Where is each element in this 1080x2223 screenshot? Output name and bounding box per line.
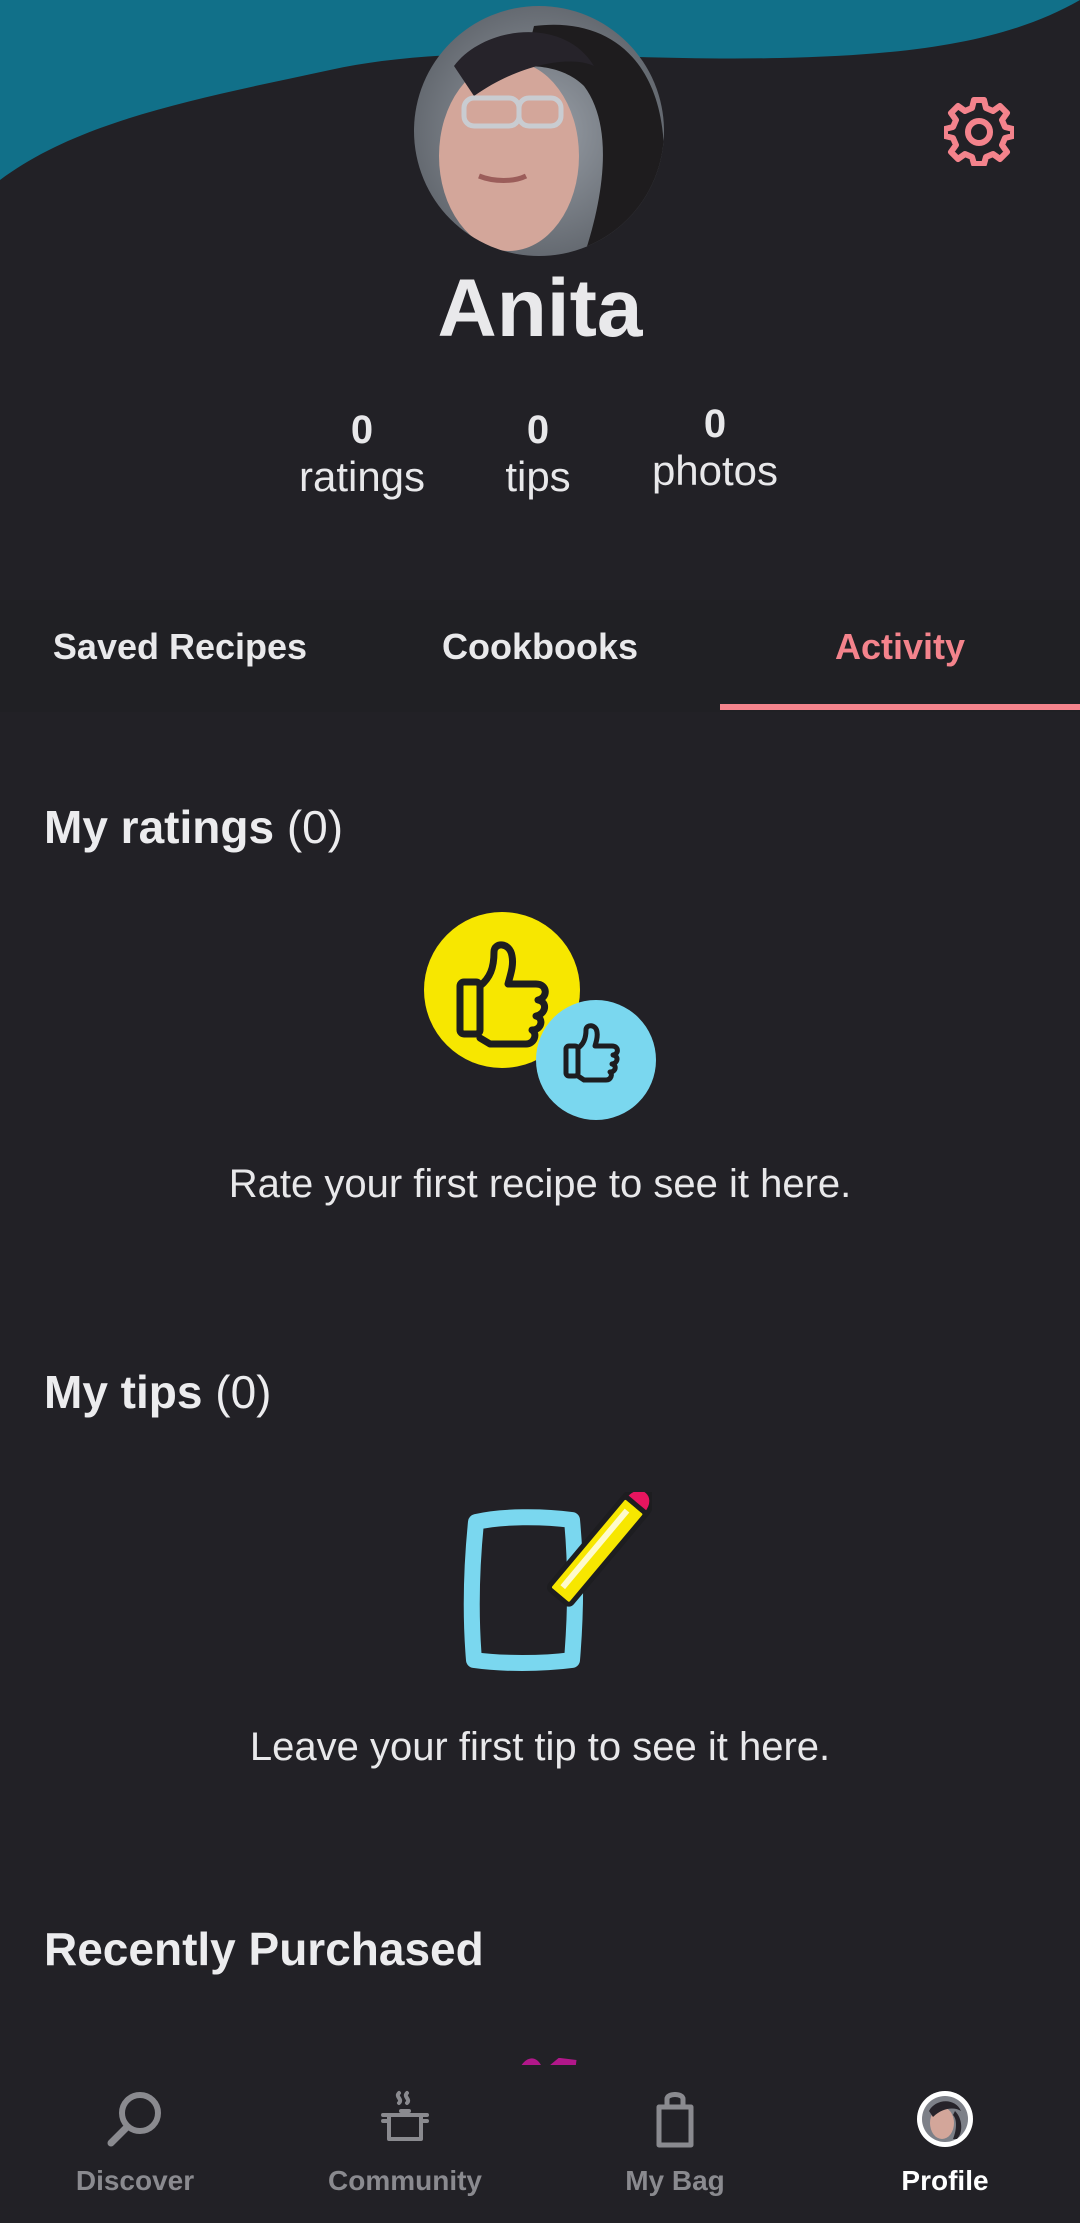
search-icon <box>107 2092 161 2147</box>
my-tips-heading: My tips (0) <box>44 1365 271 1419</box>
profile-name: Anita <box>437 263 643 354</box>
stat-photos[interactable]: 0 photos <box>625 402 805 496</box>
stat-ratings[interactable]: 0 ratings <box>272 408 452 502</box>
profile-stats: 0 ratings 0 tips 0 photos <box>0 400 1080 520</box>
nav-discover[interactable]: Discover <box>0 2065 270 2223</box>
tab-saved-recipes[interactable]: Saved Recipes <box>0 600 360 712</box>
nav-discover-label: Discover <box>75 2165 195 2196</box>
nav-profile-label: Profile <box>901 2165 989 2196</box>
ratings-empty-message: Rate your first recipe to see it here. <box>228 1162 852 1206</box>
stat-photos-label: photos <box>651 447 779 494</box>
avatar-icon <box>917 2091 973 2147</box>
bottom-navigation: Discover Community My Bag Profile <box>0 2065 1080 2223</box>
cooking-pot-icon <box>381 2091 429 2141</box>
my-ratings-count: (0) <box>286 801 344 853</box>
notepad-pencil-illustration-icon <box>463 1492 652 1671</box>
nav-community-label: Community <box>328 2165 482 2196</box>
stat-photos-value: 0 <box>703 402 727 446</box>
stat-tips-label: tips <box>505 453 571 500</box>
shopping-bag-icon <box>656 2092 694 2148</box>
stat-tips-value: 0 <box>526 408 550 452</box>
profile-avatar[interactable] <box>414 6 664 256</box>
nav-community[interactable]: Community <box>270 2065 540 2223</box>
nav-my-bag-label: My Bag <box>625 2165 725 2196</box>
tips-empty-message: Leave your first tip to see it here. <box>249 1725 831 1769</box>
my-tips-count: (0) <box>215 1366 272 1418</box>
stat-ratings-value: 0 <box>350 408 374 452</box>
nav-my-bag[interactable]: My Bag <box>540 2065 810 2223</box>
active-tab-indicator <box>720 704 1080 710</box>
stat-tips[interactable]: 0 tips <box>448 408 628 502</box>
thumbs-up-illustration-icon <box>424 912 656 1120</box>
settings-gear-icon[interactable] <box>944 96 1014 166</box>
nav-profile[interactable]: Profile <box>810 2065 1080 2223</box>
my-tips-title: My tips <box>44 1366 203 1418</box>
stat-ratings-label: ratings <box>298 453 426 500</box>
my-ratings-heading: My ratings (0) <box>44 800 343 854</box>
tab-cookbooks[interactable]: Cookbooks <box>360 600 720 712</box>
recently-purchased-heading: Recently Purchased <box>44 1923 484 1975</box>
my-ratings-title: My ratings <box>44 801 275 853</box>
tab-activity[interactable]: Activity <box>720 600 1080 712</box>
